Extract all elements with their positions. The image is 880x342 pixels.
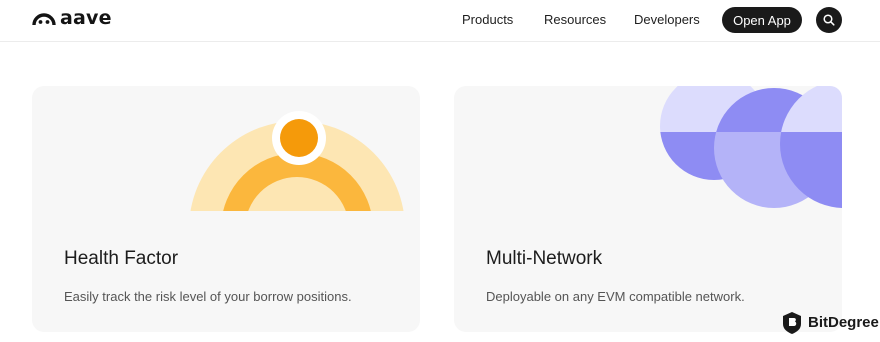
nav-products[interactable]: Products bbox=[462, 12, 513, 27]
watermark-text: BitDegree bbox=[808, 314, 879, 331]
aave-logo[interactable]: aave bbox=[31, 9, 112, 28]
search-icon bbox=[823, 14, 835, 26]
bitdegree-watermark: BitDegree bbox=[782, 311, 879, 335]
card-description: Easily track the risk level of your borr… bbox=[64, 289, 352, 304]
open-app-button[interactable]: Open App bbox=[722, 7, 802, 33]
health-factor-card: Health Factor Easily track the risk leve… bbox=[32, 86, 420, 332]
card-title: Health Factor bbox=[64, 248, 179, 269]
search-button[interactable] bbox=[816, 7, 842, 33]
site-header: aave Products Resources Developers Open … bbox=[0, 0, 880, 42]
card-description: Deployable on any EVM compatible network… bbox=[486, 289, 745, 304]
nav-resources[interactable]: Resources bbox=[544, 12, 606, 27]
card-title: Multi-Network bbox=[486, 248, 603, 269]
ghost-logo-icon bbox=[32, 12, 56, 25]
multi-network-card: Multi-Network Deployable on any EVM comp… bbox=[454, 86, 842, 332]
bitdegree-shield-icon bbox=[783, 312, 801, 334]
brand-name: aave bbox=[60, 7, 112, 29]
nav-developers[interactable]: Developers bbox=[634, 12, 700, 27]
